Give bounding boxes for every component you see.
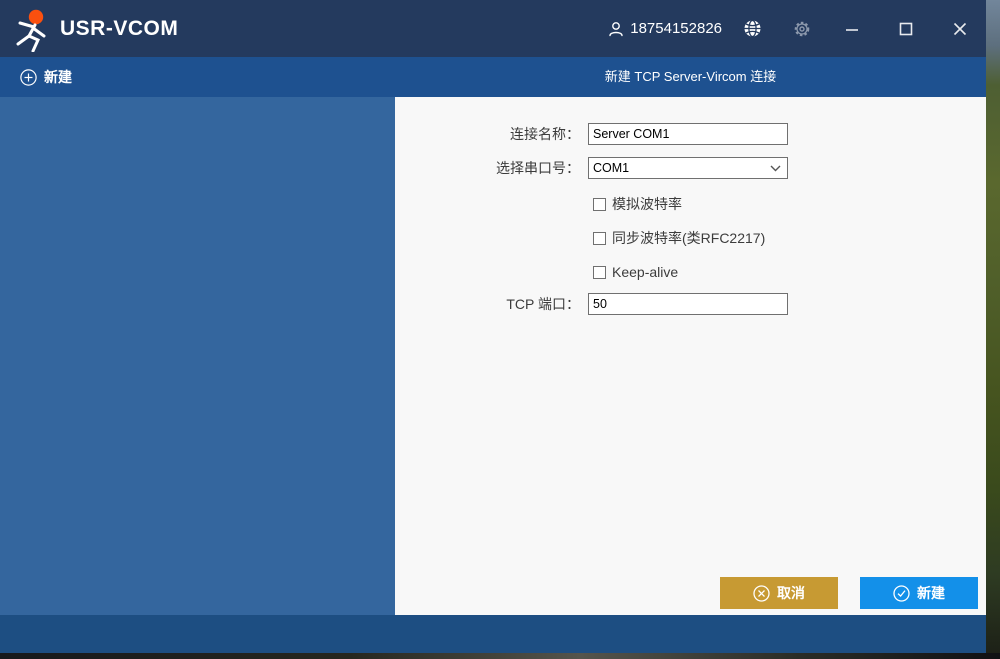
maximize-icon[interactable] xyxy=(894,17,918,41)
serial-port-selected-value: COM1 xyxy=(589,161,770,175)
title-bar: USR-VCOM 18754152826 xyxy=(0,0,986,57)
cancel-button-label: 取消 xyxy=(777,583,805,603)
footer-bar xyxy=(0,615,986,653)
simulate-baud-label: 模拟波特率 xyxy=(612,194,682,214)
account-number: 18754152826 xyxy=(630,20,722,37)
serial-port-label: 选择串口号： xyxy=(395,157,580,179)
new-connection-label: 新建 xyxy=(44,67,72,87)
new-connection-form-panel: 连接名称： 选择串口号： COM1 模拟波特率 同步波特率(类RFC2217) … xyxy=(395,97,986,615)
desktop-wallpaper-strip-bottom xyxy=(0,653,1000,659)
connection-name-label: 连接名称： xyxy=(395,123,580,145)
account-info[interactable]: 18754152826 xyxy=(607,20,722,38)
gear-icon[interactable] xyxy=(790,17,814,41)
checkbox-row-sync-baud[interactable]: 同步波特率(类RFC2217) xyxy=(593,230,765,246)
app-window: USR-VCOM 18754152826 xyxy=(0,0,986,653)
close-icon[interactable] xyxy=(948,17,972,41)
keepalive-checkbox[interactable] xyxy=(593,266,606,279)
serial-port-select[interactable]: COM1 xyxy=(588,157,788,179)
desktop-wallpaper-strip-right xyxy=(986,0,1000,653)
usr-logo-icon xyxy=(10,6,54,52)
checkbox-row-keepalive[interactable]: Keep-alive xyxy=(593,264,678,280)
circle-check-icon xyxy=(893,585,910,602)
tcp-port-label: TCP 端口： xyxy=(395,293,580,315)
new-connection-button[interactable]: 新建 xyxy=(20,57,72,97)
globe-icon[interactable] xyxy=(740,17,764,41)
create-button-label: 新建 xyxy=(917,583,945,603)
simulate-baud-checkbox[interactable] xyxy=(593,198,606,211)
cancel-button[interactable]: 取消 xyxy=(720,577,838,609)
sync-baud-checkbox[interactable] xyxy=(593,232,606,245)
nav-bar: 新建 新建 TCP Server-Vircom 连接 xyxy=(0,57,986,97)
titlebar-right-cluster: 18754152826 xyxy=(607,17,986,41)
user-icon xyxy=(607,20,625,38)
chevron-down-icon xyxy=(770,165,781,172)
connection-list-panel xyxy=(0,97,395,615)
create-button[interactable]: 新建 xyxy=(860,577,978,609)
sync-baud-label: 同步波特率(类RFC2217) xyxy=(612,228,765,248)
keepalive-label: Keep-alive xyxy=(612,264,678,280)
dialog-title: 新建 TCP Server-Vircom 连接 xyxy=(395,57,986,97)
app-title: USR-VCOM xyxy=(60,17,178,41)
checkbox-row-simulate-baud[interactable]: 模拟波特率 xyxy=(593,196,682,212)
minimize-icon[interactable] xyxy=(840,17,864,41)
connection-name-input[interactable] xyxy=(588,123,788,145)
tcp-port-input[interactable] xyxy=(588,293,788,315)
circle-plus-icon xyxy=(20,69,37,86)
circle-x-icon xyxy=(753,585,770,602)
